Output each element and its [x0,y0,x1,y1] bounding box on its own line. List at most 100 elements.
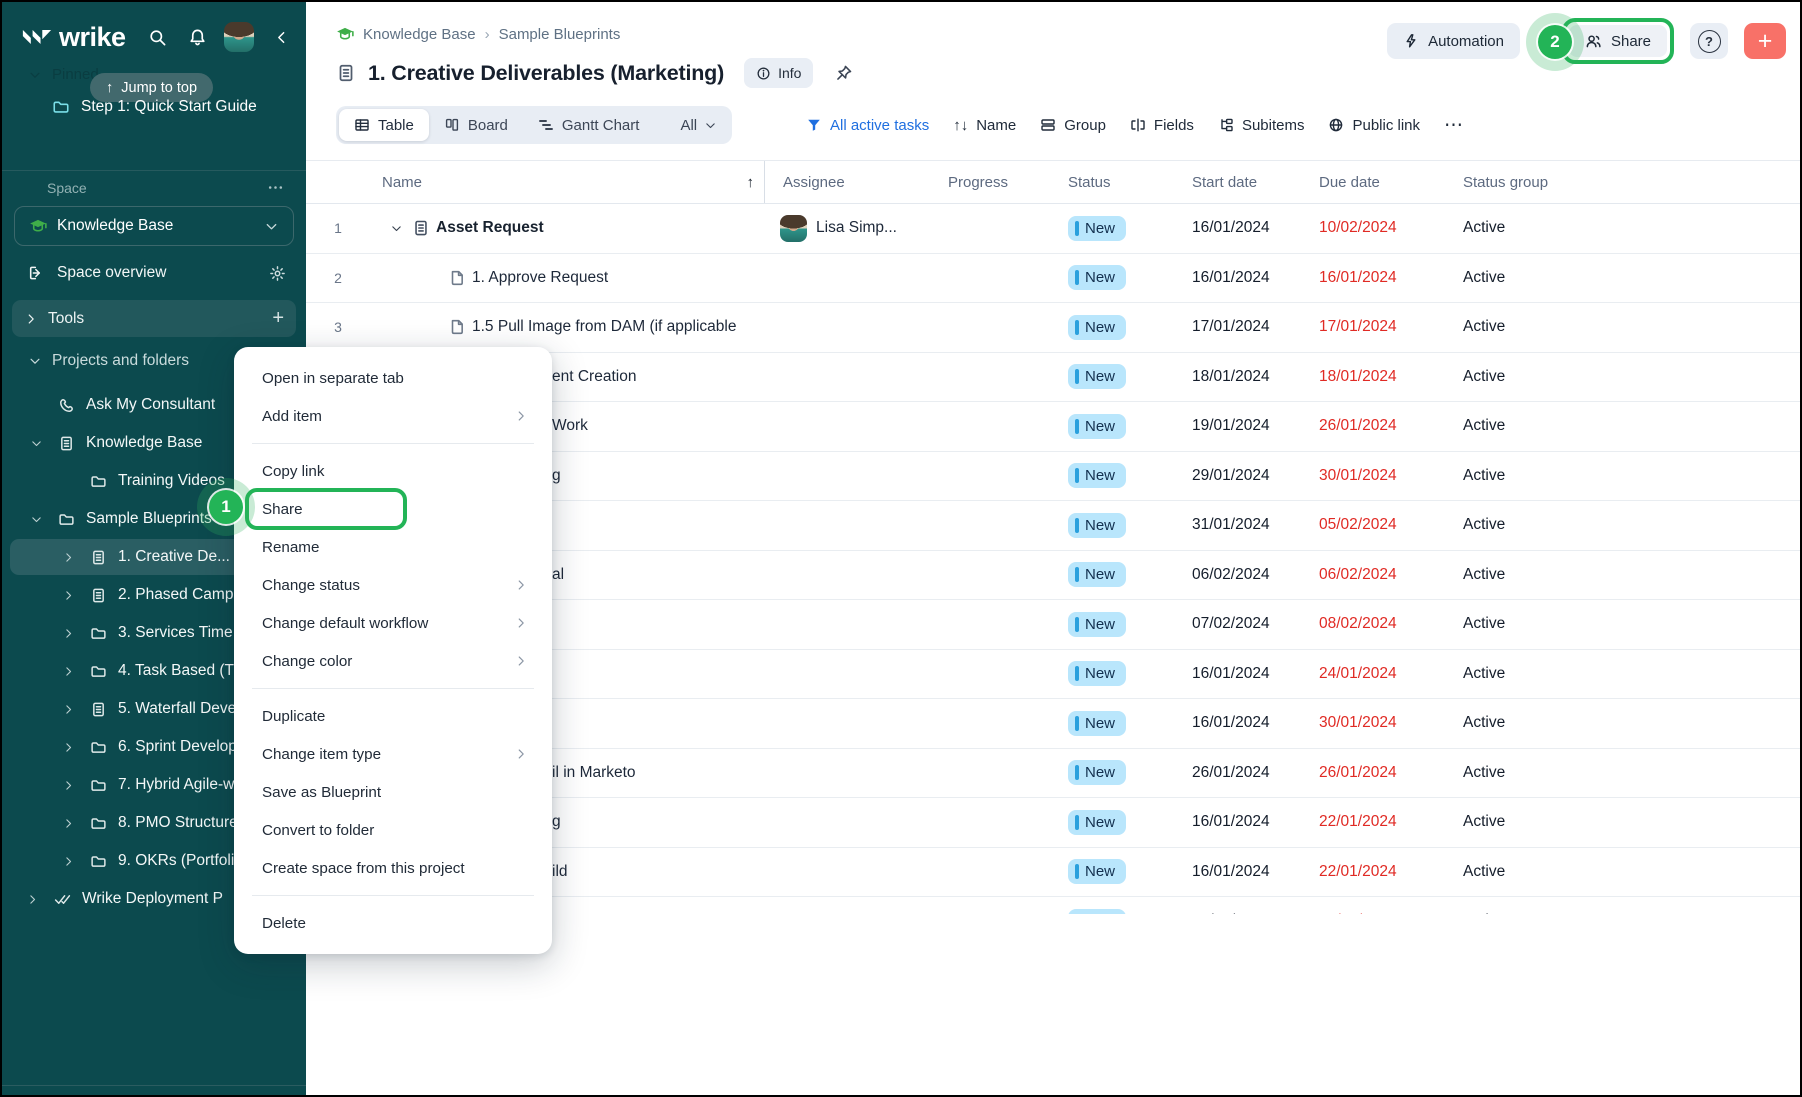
chevron-right-icon[interactable] [20,893,44,906]
menu-item-change-color[interactable]: Change color [234,642,552,680]
status-badge[interactable]: New [1068,265,1126,290]
due-date[interactable]: 08/02/2024 [1299,615,1429,633]
menu-item-open-in-separate-tab[interactable]: Open in separate tab [234,359,552,397]
start-date[interactable]: 07/02/2024 [1172,615,1299,633]
status-badge[interactable]: New [1068,661,1126,686]
start-date[interactable]: 18/01/2024 [1172,368,1299,386]
task-name[interactable]: 1.5 Pull Image from DAM (if applicable [370,303,764,352]
status-badge[interactable]: New [1068,859,1126,884]
start-date[interactable]: 16/01/2024 [1172,665,1299,683]
due-date[interactable]: 24/01/2024 [1299,665,1429,683]
menu-item-change-default-workflow[interactable]: Change default workflow [234,604,552,642]
column-header-name[interactable]: Name ↑ [370,174,764,191]
table-row[interactable]: 31.5 Pull Image from DAM (if applicableN… [306,303,1800,353]
start-date[interactable]: 06/02/2024 [1172,566,1299,584]
chevron-right-icon[interactable] [56,703,80,716]
chevron-right-icon[interactable] [56,589,80,602]
due-date[interactable]: 17/01/2024 [1299,318,1429,336]
public-link-button[interactable]: Public link [1328,117,1420,134]
status-badge[interactable]: New [1068,315,1126,340]
start-date[interactable]: 17/01/2024 [1172,318,1299,336]
status-cell[interactable]: New [1042,364,1172,389]
tab-table[interactable]: Table [339,109,429,141]
status-badge[interactable]: New [1068,810,1126,835]
status-badge[interactable]: New [1068,513,1126,538]
tab-gantt-chart[interactable]: Gantt Chart [523,109,655,141]
chevron-right-icon[interactable] [56,551,80,564]
start-date[interactable]: 23/01/2024 [1172,912,1299,914]
info-button[interactable]: Info [744,58,813,88]
tab-all-dropdown[interactable]: All [668,109,729,141]
task-name[interactable]: Asset Request [370,204,764,253]
due-date[interactable]: 16/01/2024 [1299,269,1429,287]
chevron-right-icon[interactable] [56,817,80,830]
chevron-right-icon[interactable] [56,627,80,640]
start-date[interactable]: 16/01/2024 [1172,219,1299,237]
breadcrumb-space-link[interactable]: Knowledge Base [363,26,476,43]
menu-item-share[interactable]: Share [234,490,552,528]
menu-item-change-item-type[interactable]: Change item type [234,735,552,773]
status-cell[interactable]: New [1042,414,1172,439]
column-header-status[interactable]: Status [1042,174,1172,191]
status-cell[interactable]: New [1042,463,1172,488]
status-cell[interactable]: New [1042,760,1172,785]
due-date[interactable]: 26/01/2024 [1299,417,1429,435]
help-button[interactable]: ? [1690,23,1728,59]
sidebar-item-projects-and-folders[interactable]: Projects and folders [28,352,189,370]
pin-icon[interactable] [835,64,853,82]
breadcrumb-folder-link[interactable]: Sample Blueprints [499,26,621,43]
status-cell[interactable]: New [1042,909,1172,914]
status-badge[interactable]: New [1068,216,1126,241]
status-badge[interactable]: New [1068,612,1126,637]
status-cell[interactable]: New [1042,661,1172,686]
column-header-assignee[interactable]: Assignee [764,161,932,203]
menu-item-add-item[interactable]: Add item [234,397,552,435]
menu-item-duplicate[interactable]: Duplicate [234,697,552,735]
chevron-right-icon[interactable] [56,741,80,754]
due-date[interactable]: 30/01/2024 [1299,467,1429,485]
sort-button[interactable]: ↑↓ Name [953,117,1016,134]
due-date[interactable]: 10/02/2024 [1299,219,1429,237]
status-badge[interactable]: New [1068,414,1126,439]
tab-board[interactable]: Board [429,109,523,141]
status-cell[interactable]: New [1042,612,1172,637]
column-header-status-group[interactable]: Status group [1429,174,1800,191]
status-badge[interactable]: New [1068,463,1126,488]
column-header-start-date[interactable]: Start date [1172,174,1299,191]
chevron-down-icon[interactable] [24,513,48,526]
search-icon[interactable] [144,24,170,50]
more-options-icon[interactable]: ⋯ [1444,114,1464,137]
chevron-down-icon[interactable] [24,437,48,450]
status-cell[interactable]: New [1042,216,1172,241]
user-avatar[interactable] [224,22,254,52]
task-name[interactable]: 1. Approve Request [370,254,764,303]
gear-icon[interactable] [269,265,286,282]
group-button[interactable]: Group [1040,117,1106,134]
filter-button[interactable]: All active tasks [806,117,929,134]
sidebar-item-quick-start-guide[interactable]: Step 1: Quick Start Guide [52,98,257,116]
status-cell[interactable]: New [1042,265,1172,290]
space-more-icon[interactable] [267,179,284,196]
sidebar-item-space-overview[interactable]: Space overview [28,256,286,290]
status-badge[interactable]: New [1068,562,1126,587]
start-date[interactable]: 26/01/2024 [1172,764,1299,782]
menu-item-create-space-from-this-project[interactable]: Create space from this project [234,849,552,887]
chevron-down-icon[interactable] [386,222,406,235]
due-date[interactable]: 26/01/2024 [1299,764,1429,782]
start-date[interactable]: 29/01/2024 [1172,467,1299,485]
menu-item-change-status[interactable]: Change status [234,566,552,604]
due-date[interactable]: 23/01/2024 [1299,912,1429,914]
wrike-logo[interactable]: wrike [22,22,126,53]
column-header-due-date[interactable]: Due date [1299,174,1429,191]
table-row[interactable]: 21. Approve RequestNew16/01/202416/01/20… [306,254,1800,304]
status-cell[interactable]: New [1042,810,1172,835]
status-cell[interactable]: New [1042,513,1172,538]
menu-item-delete[interactable]: Delete [234,904,552,942]
due-date[interactable]: 30/01/2024 [1299,714,1429,732]
menu-item-convert-to-folder[interactable]: Convert to folder [234,811,552,849]
status-cell[interactable]: New [1042,315,1172,340]
start-date[interactable]: 19/01/2024 [1172,417,1299,435]
status-badge[interactable]: New [1068,760,1126,785]
start-date[interactable]: 16/01/2024 [1172,863,1299,881]
start-date[interactable]: 16/01/2024 [1172,714,1299,732]
